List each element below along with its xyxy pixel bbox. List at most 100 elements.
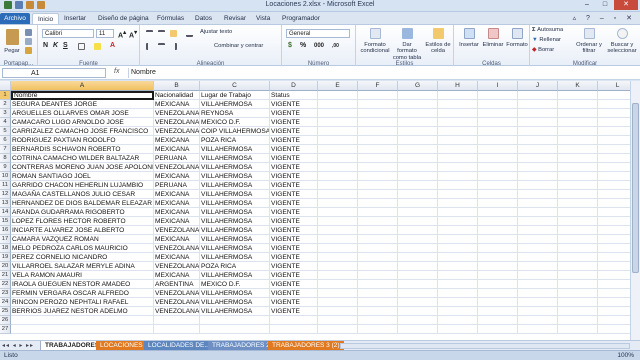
row-header[interactable]: 9 [0,163,11,172]
empty-cell[interactable] [558,298,598,307]
empty-cell[interactable] [518,118,558,127]
empty-cell[interactable] [438,316,478,325]
empty-cell[interactable] [358,154,398,163]
scrollbar-thumb[interactable] [632,103,639,273]
table-cell[interactable]: VIGENTE [270,190,318,199]
empty-cell[interactable] [318,289,358,298]
empty-cell[interactable] [318,226,358,235]
empty-cell[interactable] [438,91,478,100]
align-middle-icon[interactable] [158,30,165,37]
empty-cell[interactable] [558,208,598,217]
empty-cell[interactable] [318,190,358,199]
table-cell[interactable]: VENEZOLANA [154,118,200,127]
table-cell[interactable]: BERRIOS JUAREZ NESTOR ADELMO [11,307,154,316]
empty-cell[interactable] [438,289,478,298]
row-header[interactable]: 3 [0,109,11,118]
empty-cell[interactable] [438,271,478,280]
zoom-level[interactable]: 100% [617,352,634,359]
table-cell[interactable]: VILLAHERMOSA [200,154,270,163]
table-cell[interactable]: VILLAHERMOSA [200,172,270,181]
empty-cell[interactable] [478,190,518,199]
table-cell[interactable]: MEXICO D.F. [200,118,270,127]
empty-cell[interactable] [318,109,358,118]
empty-cell[interactable] [558,262,598,271]
column-header-e[interactable]: E [318,81,358,91]
empty-cell[interactable] [200,316,270,325]
empty-cell[interactable] [518,244,558,253]
empty-cell[interactable] [398,235,438,244]
fill-color-icon[interactable] [94,43,101,50]
empty-cell[interactable] [558,181,598,190]
row-header[interactable]: 14 [0,208,11,217]
empty-cell[interactable] [558,199,598,208]
table-cell[interactable]: VIGENTE [270,100,318,109]
column-header-a[interactable]: A [11,81,154,91]
row-header[interactable]: 24 [0,298,11,307]
empty-cell[interactable] [518,262,558,271]
empty-cell[interactable] [438,127,478,136]
table-cell[interactable]: RODRIGUEZ PAXTIAN RODOLFO [11,136,154,145]
empty-cell[interactable] [318,325,358,334]
column-header-k[interactable]: K [558,81,598,91]
align-right-icon[interactable] [170,43,177,50]
empty-cell[interactable] [558,154,598,163]
empty-cell[interactable] [358,316,398,325]
empty-cell[interactable] [438,109,478,118]
empty-cell[interactable] [398,226,438,235]
table-cell[interactable]: ARGUELLES OLLARVES OMAR JOSE [11,109,154,118]
row-header[interactable]: 22 [0,280,11,289]
column-header-g[interactable]: G [398,81,438,91]
tab-data[interactable]: Datos [195,13,212,24]
empty-cell[interactable] [358,181,398,190]
empty-cell[interactable] [318,154,358,163]
shrink-font-icon[interactable]: A▾ [129,29,137,39]
table-cell[interactable]: VIGENTE [270,235,318,244]
empty-cell[interactable] [478,145,518,154]
table-cell[interactable]: VIGENTE [270,217,318,226]
grow-font-icon[interactable]: A▴ [118,29,126,39]
table-cell[interactable]: IRAOLA GUEGUEN NESTOR AMADEO [11,280,154,289]
empty-cell[interactable] [358,190,398,199]
row-header[interactable]: 25 [0,307,11,316]
tab-file[interactable]: Archivo [0,13,30,24]
empty-cell[interactable] [558,244,598,253]
tab-page-layout[interactable]: Diseño de página [98,13,149,24]
table-cell[interactable]: VIGENTE [270,136,318,145]
table-cell[interactable]: VIGENTE [270,118,318,127]
empty-cell[interactable] [11,316,154,325]
table-cell[interactable]: MEXICANA [154,190,200,199]
vertical-scrollbar[interactable] [630,81,640,340]
table-cell[interactable]: VILLAHERMOSA [200,217,270,226]
empty-cell[interactable] [398,172,438,181]
empty-cell[interactable] [438,262,478,271]
row-header[interactable]: 16 [0,226,11,235]
empty-cell[interactable] [398,127,438,136]
empty-cell[interactable] [270,316,318,325]
table-cell[interactable]: VIGENTE [270,271,318,280]
empty-cell[interactable] [558,253,598,262]
empty-cell[interactable] [598,145,630,154]
empty-cell[interactable] [598,100,630,109]
empty-cell[interactable] [558,118,598,127]
empty-cell[interactable] [398,307,438,316]
table-cell[interactable]: ARANDA GUDARRAMA RIGOBERTO [11,208,154,217]
empty-cell[interactable] [518,298,558,307]
empty-cell[interactable] [358,298,398,307]
wrap-text-button[interactable]: Ajustar texto [200,29,232,36]
table-cell[interactable]: VILLAHERMOSA [200,235,270,244]
bold-icon[interactable]: N [43,42,48,50]
paste-button[interactable]: Pegar [4,29,20,54]
row-header[interactable]: 19 [0,253,11,262]
empty-cell[interactable] [318,172,358,181]
table-cell[interactable]: INCIARTE ALVAREZ JOSE ALBERTO [11,226,154,235]
percent-icon[interactable]: % [300,42,306,50]
table-cell[interactable]: SEGURA DEANTES JORGE [11,100,154,109]
row-header[interactable]: 10 [0,172,11,181]
table-cell[interactable]: VENEZOLANA [154,226,200,235]
font-size-select[interactable]: 11 [96,29,114,38]
column-header-f[interactable]: F [358,81,398,91]
empty-cell[interactable] [518,217,558,226]
cut-icon[interactable] [25,29,32,36]
empty-cell[interactable] [598,217,630,226]
empty-cell[interactable] [598,316,630,325]
